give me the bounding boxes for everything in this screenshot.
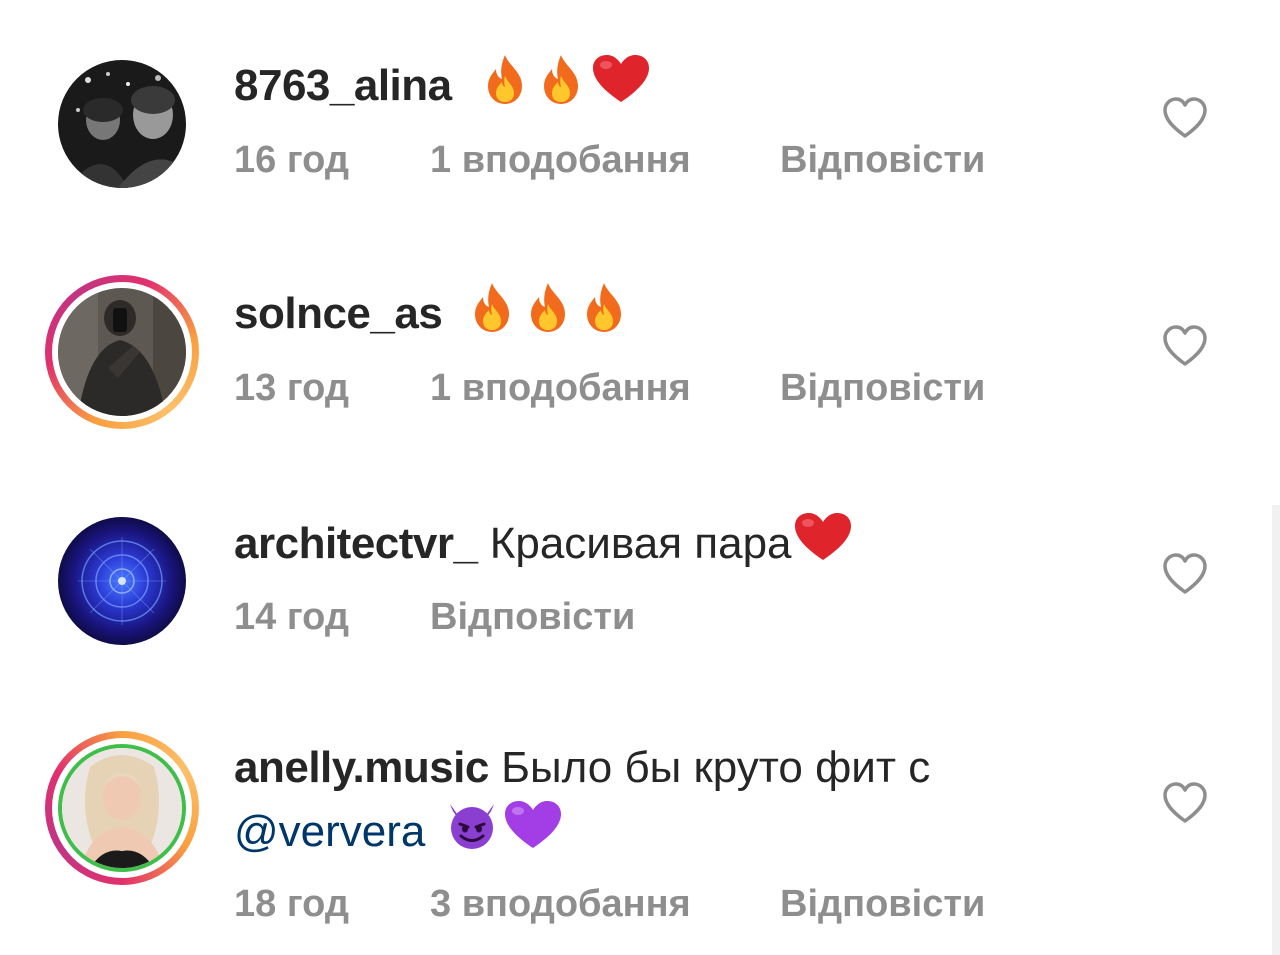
avatar[interactable] [58, 60, 186, 188]
comment-time: 16 год [234, 139, 349, 181]
reply-button[interactable]: Відповісти [430, 595, 635, 639]
comment-username[interactable]: 8763_alina [234, 61, 452, 110]
fire-icon [465, 280, 519, 350]
heart-outline-icon [1163, 553, 1207, 594]
comment-mention[interactable]: @ververa [234, 807, 425, 856]
purple-heart-icon [502, 798, 564, 868]
like-button[interactable] [1162, 324, 1208, 368]
fire-icon [521, 280, 575, 350]
avatar-story-ring[interactable] [45, 275, 199, 429]
avatar-story-ring[interactable] [45, 731, 199, 885]
comment-body: solnce_as [234, 280, 1134, 350]
heart-outline-icon [1163, 782, 1207, 823]
comment-text: 8763_alina [234, 52, 1134, 122]
red-heart-icon [792, 510, 854, 580]
fire-icon [534, 52, 588, 122]
comment-likes[interactable]: 1 вподобання [430, 138, 691, 182]
comments-screen: 8763_alina 16 год 1 вподобання Відповіст… [0, 0, 1280, 955]
reply-button[interactable]: Відповісти [780, 882, 985, 926]
scrollbar[interactable] [1272, 505, 1280, 955]
like-button[interactable] [1162, 96, 1208, 140]
comment-username[interactable]: solnce_as [234, 289, 443, 338]
comment-time: 13 год [234, 367, 349, 409]
comment-body: anelly.music Было бы круто фит с @verver… [234, 738, 1134, 868]
comment-username[interactable]: anelly.music [234, 743, 489, 792]
comment-time: 14 год [234, 596, 349, 638]
like-button[interactable] [1162, 552, 1208, 596]
avatar[interactable] [58, 517, 186, 645]
red-heart-icon [590, 52, 652, 122]
avatar-image [58, 60, 186, 188]
heart-outline-icon [1163, 97, 1207, 138]
comment-likes[interactable]: 3 вподобання [430, 882, 691, 926]
comment-body: 8763_alina [234, 52, 1134, 122]
comment-text: solnce_as [234, 280, 1134, 350]
smiling-devil-icon [444, 798, 500, 868]
like-button[interactable] [1162, 781, 1208, 825]
comment-likes[interactable]: 1 вподобання [430, 366, 691, 410]
comment-text: architectvr_ Красивая пара [234, 510, 1134, 580]
heart-outline-icon [1163, 325, 1207, 366]
comment-text-line-2: @ververa [234, 798, 1134, 868]
reply-button[interactable]: Відповісти [780, 138, 985, 182]
comment-message: Красивая пара [489, 519, 792, 568]
avatar-image [58, 744, 186, 872]
reply-button[interactable]: Відповісти [780, 366, 985, 410]
fire-icon [577, 280, 631, 350]
fire-icon [478, 52, 532, 122]
comment-message: Было бы круто фит с [501, 743, 931, 792]
comment-time: 18 год [234, 883, 349, 925]
avatar-image [58, 288, 186, 416]
comment-body: architectvr_ Красивая пара [234, 510, 1134, 580]
comment-username[interactable]: architectvr_ [234, 519, 478, 568]
comment-text: anelly.music Было бы круто фит с [234, 738, 1134, 798]
avatar-image [58, 517, 186, 645]
